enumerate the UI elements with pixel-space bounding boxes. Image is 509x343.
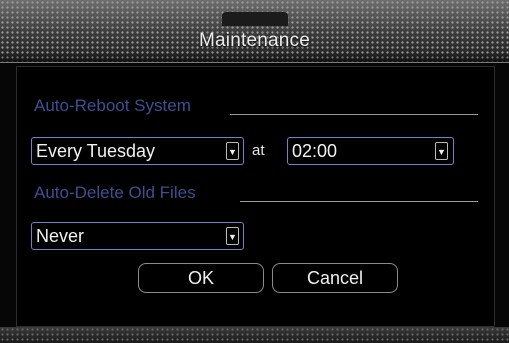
chevron-down-icon[interactable]: ▼ <box>435 142 448 160</box>
ok-button[interactable]: OK <box>138 263 264 293</box>
chevron-down-icon[interactable]: ▼ <box>226 227 239 245</box>
at-label: at <box>252 142 265 159</box>
auto-reboot-section-label: Auto-Reboot System <box>34 96 191 115</box>
title-bar: Maintenance <box>0 0 509 63</box>
bottom-frame-strip <box>0 327 509 343</box>
auto-delete-value: Never <box>36 226 85 246</box>
auto-delete-select[interactable]: Never ▼ <box>31 222 244 250</box>
chevron-down-icon[interactable]: ▼ <box>226 142 239 160</box>
auto-delete-section-label: Auto-Delete Old Files <box>34 183 196 202</box>
reboot-schedule-select[interactable]: Every Tuesday ▼ <box>31 137 244 165</box>
cancel-button[interactable]: Cancel <box>272 263 398 293</box>
reboot-time-value: 02:00 <box>292 141 338 161</box>
maintenance-dialog: Maintenance Auto-Reboot System Every Tue… <box>0 0 509 343</box>
reboot-time-select[interactable]: 02:00 ▼ <box>287 137 454 165</box>
title-tab-notch <box>222 12 288 26</box>
dialog-title: Maintenance <box>199 30 310 51</box>
auto-delete-divider <box>240 201 478 202</box>
auto-reboot-divider <box>230 114 478 115</box>
reboot-schedule-value: Every Tuesday <box>36 141 156 161</box>
